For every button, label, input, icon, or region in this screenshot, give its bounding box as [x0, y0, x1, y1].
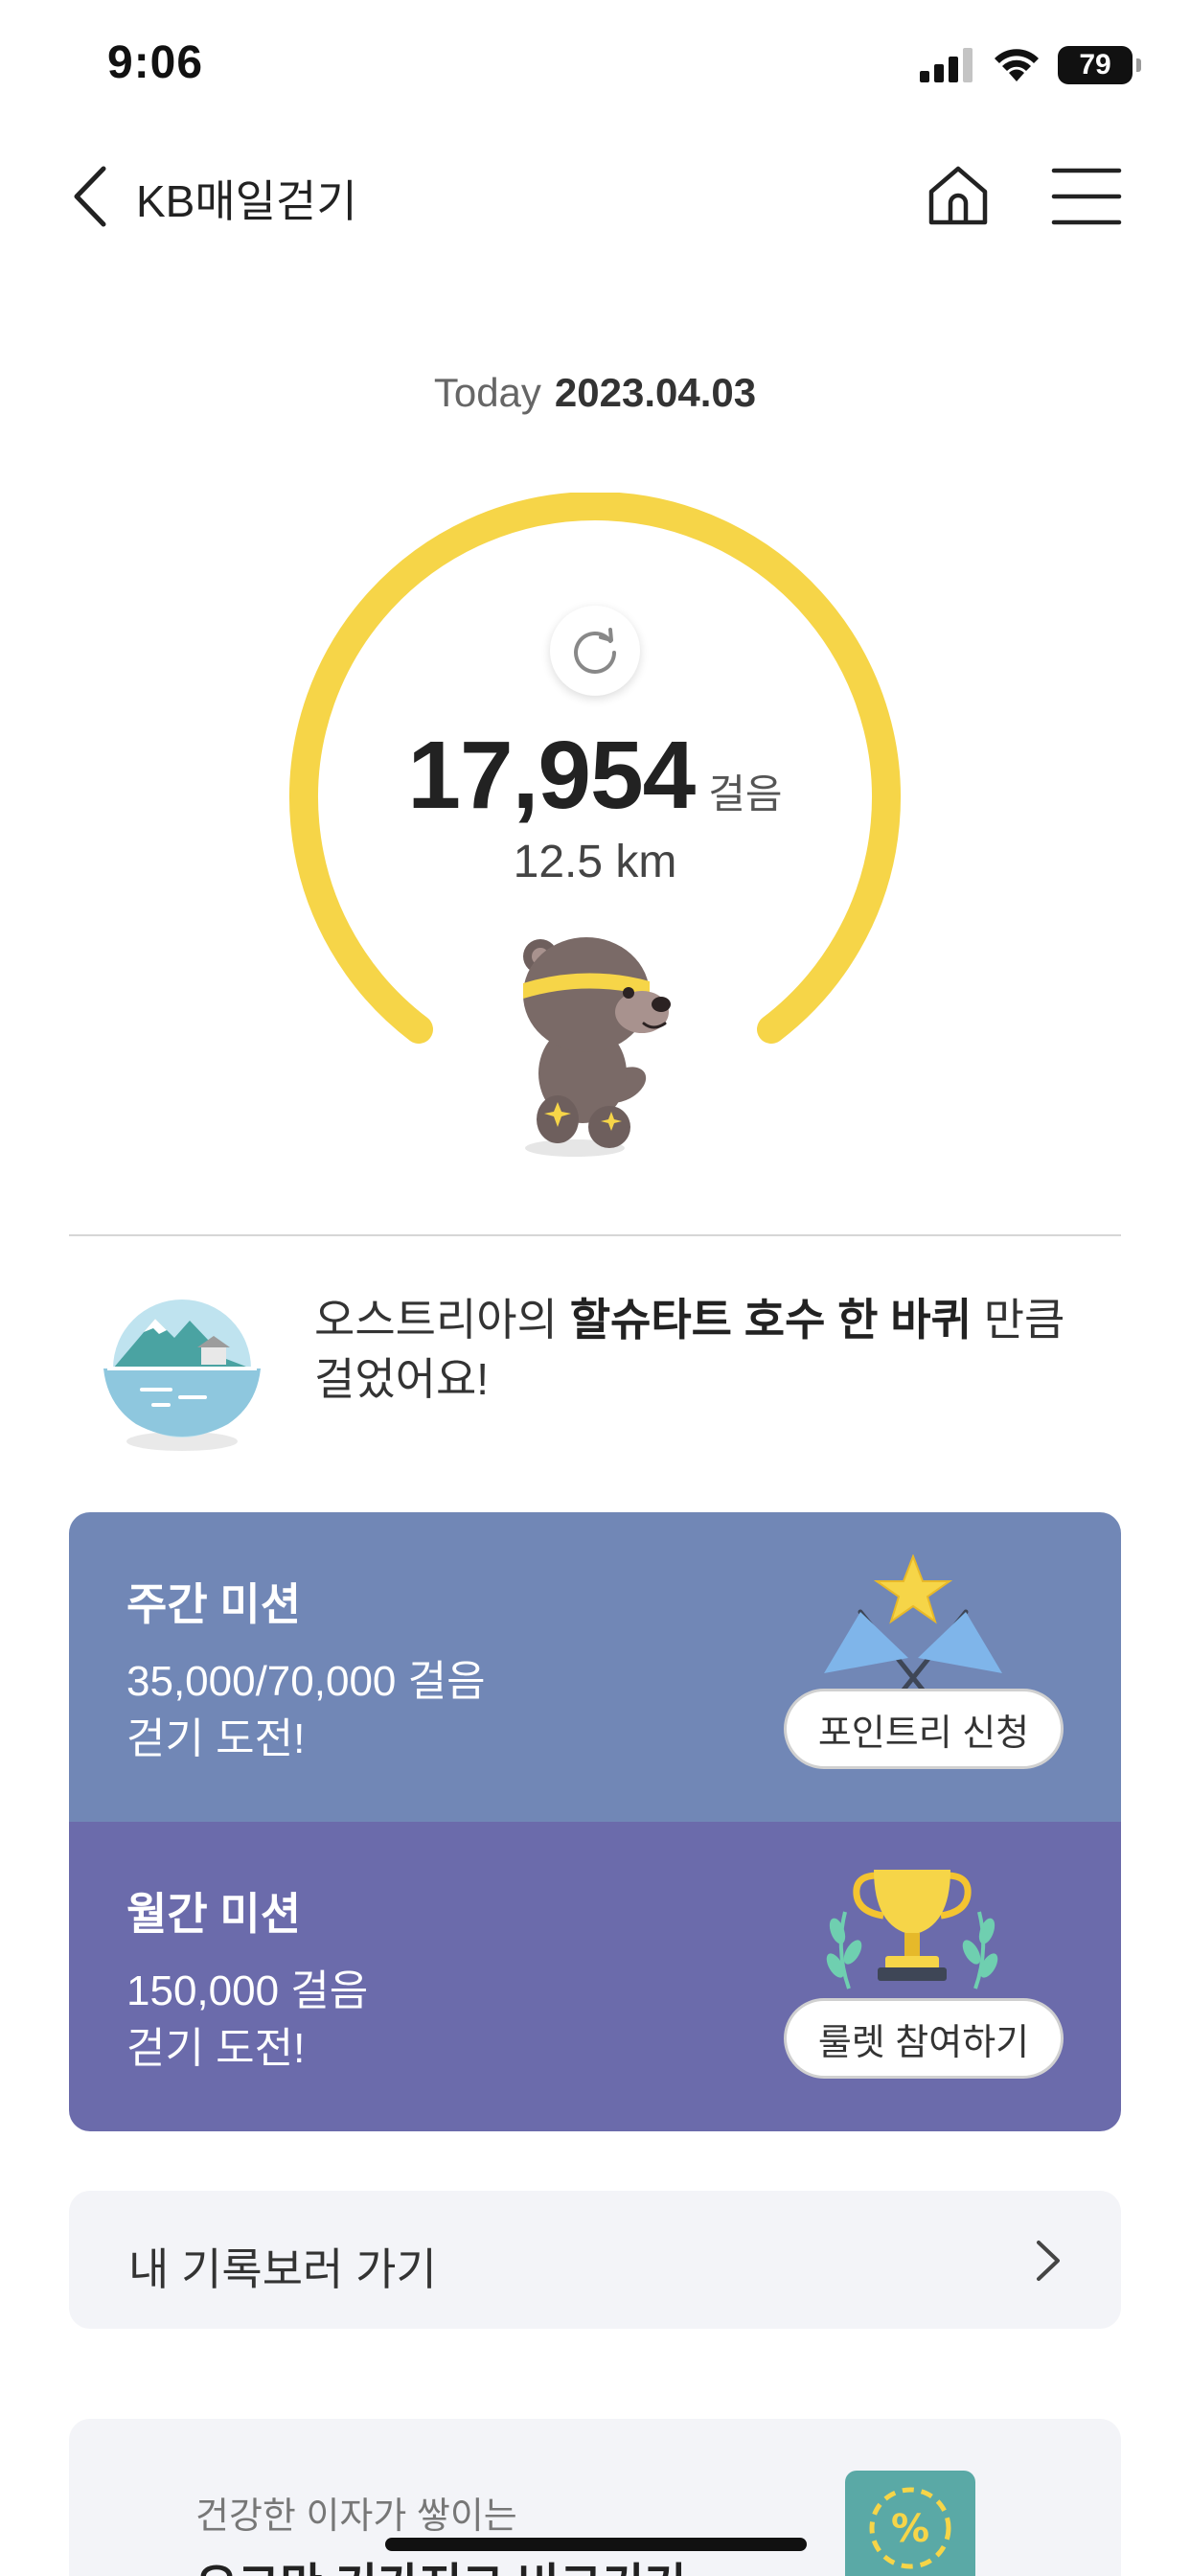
battery-icon: 79	[1058, 46, 1141, 84]
lake-landscape-icon	[103, 1300, 261, 1451]
status-bar: 9:06 79	[0, 0, 1190, 134]
walk-distance: 12.5 km	[513, 837, 677, 887]
promo-title: 오그만 기가저그 비크키기	[195, 2547, 686, 2576]
trophy-laurel-icon	[826, 1870, 998, 1990]
status-time: 9:06	[107, 37, 204, 88]
achievement-text: 오스트리아의 할슈타트 호수 한 바퀴 만큼 걸었어요!	[314, 1290, 1119, 1409]
promo-banner[interactable]: 건강한 이자가 쌓이는 오그만 기가저그 비크키기 %	[69, 2419, 1121, 2576]
point-apply-button[interactable]: 포인트리 신청	[784, 1689, 1064, 1769]
today-row: Today 2023.04.03	[0, 370, 1190, 416]
cellular-signal-icon	[920, 48, 973, 82]
promo-subtitle: 건강한 이자가 쌓이는	[195, 2496, 517, 2537]
achievement-suffix: 만큼	[971, 1295, 1065, 1345]
my-records-label: 내 기록보러 가기	[128, 2244, 437, 2294]
refresh-icon	[574, 628, 616, 674]
page-title: KB매일걷기	[136, 176, 357, 226]
walking-bear-mascot-icon	[523, 937, 671, 1157]
home-icon[interactable]	[924, 161, 993, 230]
nav-bar: KB매일걷기	[0, 144, 1190, 249]
chevron-right-icon	[1037, 2241, 1060, 2281]
back-arrow-icon[interactable]	[61, 163, 119, 230]
svg-text:%: %	[891, 2507, 929, 2551]
weekly-mission-progress: 35,000/70,000 걸음	[126, 1658, 486, 1705]
step-unit: 걸음	[708, 771, 783, 816]
achievement-highlight: 할슈타트 호수 한 바퀴	[569, 1295, 972, 1345]
monthly-mission-progress: 150,000 걸음	[126, 1967, 369, 2014]
section-divider	[69, 1234, 1121, 1236]
monthly-mission: 월간 미션 150,000 걸음 걷기 도전! 룰렛 참여하기	[69, 1822, 1121, 2131]
wifi-icon	[995, 49, 1039, 81]
step-count: 17,954	[407, 722, 696, 829]
status-icons: 79	[920, 42, 1141, 88]
refresh-button[interactable]	[550, 606, 640, 696]
savings-percent-icon: %	[845, 2471, 975, 2576]
achievement-line2: 걸었어요!	[314, 1354, 490, 1404]
star-flags-icon	[824, 1554, 1002, 1698]
menu-icon[interactable]	[1050, 165, 1123, 228]
today-label: Today	[433, 370, 541, 415]
achievement-prefix: 오스트리아의	[314, 1295, 570, 1345]
weekly-mission-title: 주간 미션	[126, 1579, 302, 1629]
today-date: 2023.04.03	[554, 370, 757, 415]
monthly-mission-subtitle: 걷기 도전!	[126, 2025, 306, 2072]
step-count-row: 17,954 걸음	[0, 721, 1190, 831]
home-indicator	[385, 2538, 807, 2551]
mission-card: 주간 미션 35,000/70,000 걸음 걷기 도전! 포인트리 신청 월간…	[69, 1512, 1121, 2131]
weekly-mission-subtitle: 걷기 도전!	[126, 1715, 306, 1762]
roulette-join-button[interactable]: 룰렛 참여하기	[784, 1998, 1064, 2079]
achievement-banner: 오스트리아의 할슈타트 호수 한 바퀴 만큼 걸었어요!	[69, 1265, 1121, 1451]
my-records-link[interactable]: 내 기록보러 가기	[69, 2191, 1121, 2329]
weekly-mission: 주간 미션 35,000/70,000 걸음 걷기 도전! 포인트리 신청	[69, 1512, 1121, 1822]
monthly-mission-title: 월간 미션	[126, 1889, 302, 1939]
